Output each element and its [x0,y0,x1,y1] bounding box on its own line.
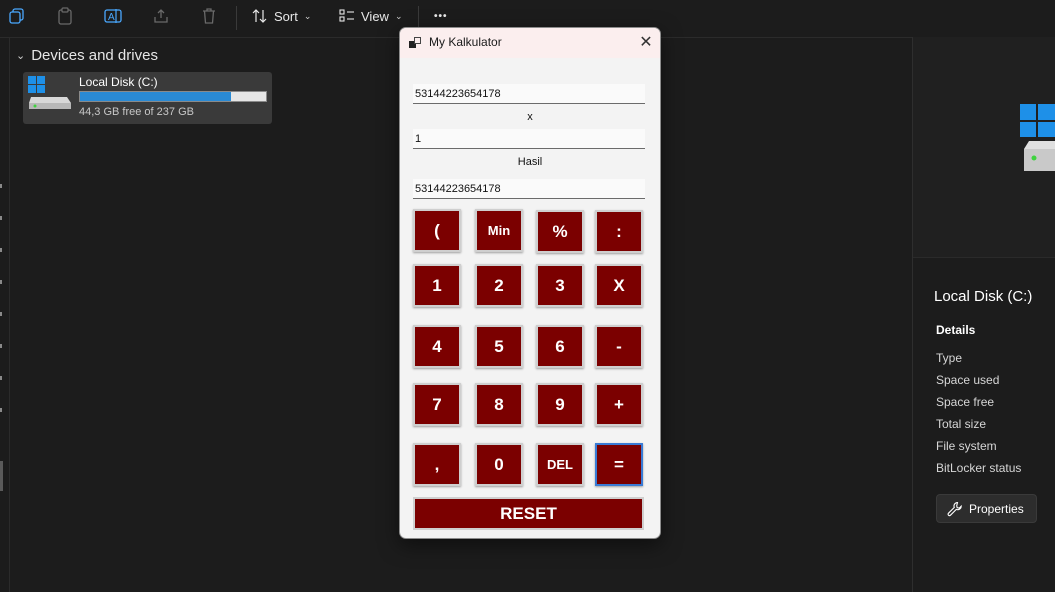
calculator-title-bar[interactable]: My Kalkulator ✕ [400,28,660,58]
detail-row-label: File system [936,439,997,453]
nav-marker [0,280,2,284]
share-icon[interactable] [151,6,171,26]
sort-icon [252,9,267,23]
chevron-down-icon: ⌄ [16,50,26,62]
scrollbar-thumb[interactable] [0,461,3,491]
key-divide[interactable]: : [595,210,643,253]
view-label: View [361,8,389,24]
result-field[interactable] [413,179,645,199]
more-options-button[interactable]: ••• [434,4,448,28]
chevron-down-icon: ⌄ [394,10,403,21]
key-del[interactable]: DEL [536,443,584,486]
svg-text:A: A [108,12,115,23]
paste-icon[interactable] [55,6,75,26]
operand2-field[interactable] [413,129,645,149]
detail-row-label: Space free [936,395,995,409]
drive-name: Local Disk (C:) [79,75,158,89]
calculator-window: My Kalkulator ✕ x Hasil ( Min % : 1 2 3 … [399,27,661,539]
sort-button[interactable]: Sort ⌄ [252,4,311,28]
nav-marker [0,216,2,220]
wrench-icon [947,501,962,516]
key-0[interactable]: 0 [475,443,523,486]
operand2-input[interactable] [415,133,643,145]
key-percent[interactable]: % [536,210,584,253]
delete-icon[interactable] [199,6,219,26]
preview-area [913,37,1055,258]
hard-drive-icon [1019,103,1055,178]
nav-marker [0,312,2,316]
nav-marker [0,184,2,188]
key-7[interactable]: 7 [413,383,461,426]
key-minus[interactable]: - [595,325,643,368]
copy-icon[interactable] [7,6,27,26]
key-2[interactable]: 2 [475,264,523,307]
detail-row-label: Total size [936,417,987,431]
properties-label: Properties [969,501,1024,516]
key-open-paren[interactable]: ( [413,209,461,252]
section-title: Devices and drives [31,47,158,64]
close-button[interactable]: ✕ [636,32,656,52]
key-4[interactable]: 4 [413,325,461,368]
toolbar-divider [236,6,237,30]
key-equals[interactable]: = [595,443,643,486]
sort-label: Sort [274,8,298,24]
nav-marker [0,344,2,348]
properties-button[interactable]: Properties [936,494,1037,523]
app-icon [409,36,421,48]
hard-drive-icon [27,75,73,116]
drive-usage-bar [79,91,267,102]
drive-free-space: 44,3 GB free of 237 GB [79,106,194,118]
view-button[interactable]: View ⌄ [339,4,403,28]
nav-marker [0,248,2,252]
key-6[interactable]: 6 [536,325,584,368]
key-comma[interactable]: , [413,443,461,486]
key-min[interactable]: Min [475,209,523,252]
window-title: My Kalkulator [429,35,502,49]
key-9[interactable]: 9 [536,383,584,426]
close-icon: ✕ [639,34,653,51]
result-label: Hasil [517,156,543,168]
details-pane: Local Disk (C:) Details Type Space used … [912,37,1055,592]
key-multiply[interactable]: X [595,264,643,307]
reset-button[interactable]: RESET [413,497,644,530]
key-5[interactable]: 5 [475,325,523,368]
operand1-field[interactable] [413,84,645,104]
drive-usage-fill [80,92,232,101]
detail-row-label: Space used [936,373,1000,387]
view-icon [339,9,354,22]
key-plus[interactable]: + [595,383,643,426]
details-title: Local Disk (C:) [934,288,1033,305]
detail-row-label: BitLocker status [936,461,1022,475]
drive-tile-local-disk[interactable]: Local Disk (C:) 44,3 GB free of 237 GB [23,72,272,124]
navigation-pane-edge [0,37,10,592]
rename-icon[interactable]: A [103,6,123,26]
result-input[interactable] [415,183,643,195]
nav-marker [0,376,2,380]
detail-row-label: Type [936,351,963,365]
details-subtitle: Details [936,323,976,337]
key-1[interactable]: 1 [413,264,461,307]
chevron-down-icon: ⌄ [303,10,312,21]
operator-label: x [527,111,533,123]
key-8[interactable]: 8 [475,383,523,426]
nav-marker [0,408,2,412]
key-3[interactable]: 3 [536,264,584,307]
operand1-input[interactable] [415,88,643,100]
section-header-devices[interactable]: ⌄ Devices and drives [16,47,158,64]
